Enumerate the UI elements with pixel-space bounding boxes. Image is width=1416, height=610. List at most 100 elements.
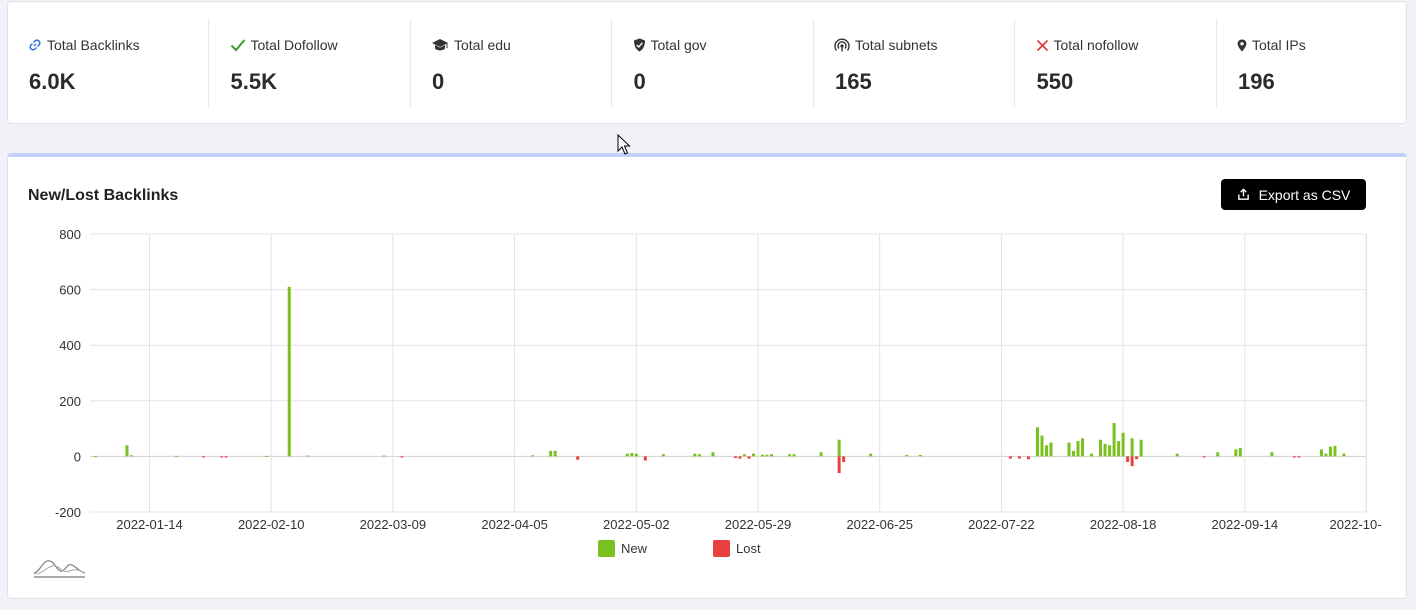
bar-new xyxy=(1117,441,1121,457)
bar-new xyxy=(175,455,179,457)
bar-lost xyxy=(837,456,841,474)
bar-new xyxy=(792,454,796,457)
x-tick-label: 2022-08-18 xyxy=(1090,517,1157,532)
x-tick-label: 2022-05-29 xyxy=(725,517,792,532)
y-tick-label: 400 xyxy=(59,338,81,353)
bar-lost xyxy=(576,456,580,460)
bar-new xyxy=(129,455,133,457)
legend-label-lost: Lost xyxy=(736,541,761,556)
bar-lost xyxy=(1297,456,1301,458)
bar-new xyxy=(1072,450,1076,457)
bar-new xyxy=(837,439,841,457)
x-tick-label: 2022-04-05 xyxy=(481,517,548,532)
x-tick-label: 2022-06-25 xyxy=(846,517,913,532)
bar-lost xyxy=(1292,456,1296,458)
bar-new xyxy=(905,455,909,457)
bar-new xyxy=(1333,445,1337,457)
bar-new xyxy=(869,453,873,457)
legend-swatch-lost xyxy=(713,540,730,557)
bar-new xyxy=(1121,432,1125,457)
bar-new xyxy=(765,454,769,457)
x-tick-label: 2022-07-22 xyxy=(968,517,1035,532)
bar-new xyxy=(711,452,715,457)
bar-lost xyxy=(400,456,404,458)
bar-new xyxy=(625,453,629,457)
bar-new xyxy=(1319,449,1323,457)
bar-lost xyxy=(1135,456,1139,460)
bar-new xyxy=(770,454,774,457)
bar-lost xyxy=(224,456,228,458)
bar-new xyxy=(1081,438,1085,457)
bar-lost xyxy=(643,456,647,461)
bar-lost xyxy=(1202,456,1206,458)
bar-new xyxy=(661,454,665,457)
bar-new xyxy=(1049,442,1053,457)
bar-new xyxy=(1324,453,1328,457)
bar-lost xyxy=(202,456,206,458)
bar-lost xyxy=(747,456,751,459)
legend-label-new: New xyxy=(621,541,648,556)
y-tick-label: 0 xyxy=(74,449,81,464)
bar-new xyxy=(1238,448,1242,457)
bar-lost xyxy=(738,456,742,459)
bar-lost xyxy=(1008,456,1012,459)
bar-new xyxy=(1342,453,1346,457)
bar-new xyxy=(697,454,701,457)
x-tick-label: 2022-05-02 xyxy=(603,517,670,532)
bar-new xyxy=(1076,441,1080,457)
bar-new xyxy=(553,450,557,457)
backlinks-chart: 800 600 400 200 0 -200 2022-01-14 2022-02-10 202… xyxy=(55,227,1382,557)
bar-new xyxy=(1112,423,1116,457)
bar-new xyxy=(634,453,638,457)
bar-new xyxy=(265,455,269,457)
bar-new xyxy=(287,286,291,457)
bar-lost xyxy=(1130,456,1134,467)
bar-new xyxy=(305,455,309,457)
bar-new xyxy=(819,452,823,457)
bar-new xyxy=(1090,453,1094,457)
bar-new xyxy=(918,455,922,457)
bar-new xyxy=(630,453,634,457)
bar-new xyxy=(382,455,386,457)
mouse-cursor-icon xyxy=(617,134,631,155)
bar-new xyxy=(788,454,792,457)
y-tick-label: -200 xyxy=(55,505,81,520)
y-tick-label: 800 xyxy=(59,227,81,242)
y-tick-label: 600 xyxy=(59,283,81,298)
legend-swatch-new xyxy=(598,540,615,557)
bar-new xyxy=(693,453,697,457)
x-tick-label: 2022-10- xyxy=(1330,517,1382,532)
bar-new xyxy=(1035,427,1039,457)
bar-lost xyxy=(842,456,846,462)
bar-new xyxy=(1099,439,1103,457)
bar-new xyxy=(751,453,755,457)
bar-new xyxy=(93,456,97,458)
bar-lost xyxy=(733,456,737,459)
bar-lost xyxy=(1026,456,1030,460)
bar-new xyxy=(1130,438,1134,457)
bar-new xyxy=(1044,445,1048,457)
bar-lost xyxy=(1126,456,1130,462)
bar-new xyxy=(1328,446,1332,457)
x-tick-label: 2022-03-09 xyxy=(360,517,427,532)
y-tick-label: 200 xyxy=(59,394,81,409)
bar-new xyxy=(1040,435,1044,457)
bar-new xyxy=(1270,452,1274,457)
bar-new xyxy=(125,445,129,457)
bar-new xyxy=(549,450,553,457)
bar-new xyxy=(1108,445,1112,457)
bar-new xyxy=(1067,442,1071,457)
bar-lost xyxy=(1017,456,1021,459)
bar-new xyxy=(742,454,746,457)
bar-new xyxy=(761,454,765,457)
bar-lost xyxy=(220,456,224,458)
bar-new xyxy=(1139,439,1143,457)
bar-new xyxy=(1234,449,1238,457)
bar-new xyxy=(531,455,535,457)
bar-new xyxy=(1216,452,1220,457)
x-tick-label: 2022-01-14 xyxy=(116,517,183,532)
x-tick-label: 2022-09-14 xyxy=(1212,517,1279,532)
bar-new xyxy=(1103,443,1107,457)
x-tick-label: 2022-02-10 xyxy=(238,517,305,532)
bar-new xyxy=(1175,453,1179,457)
